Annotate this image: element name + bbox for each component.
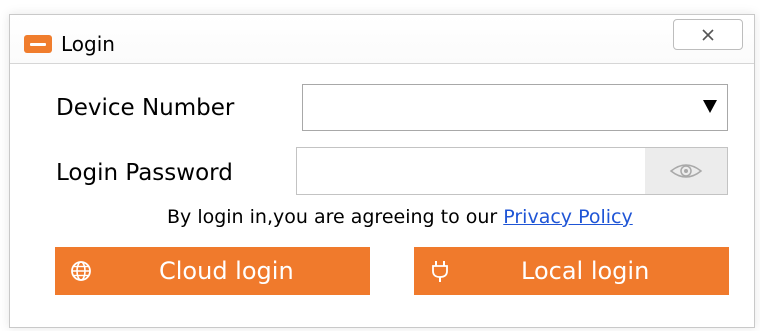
- login-password-label: Login Password: [56, 160, 233, 186]
- cloud-login-button[interactable]: Cloud login: [55, 247, 370, 295]
- title-bar: Login: [10, 15, 754, 63]
- agreement-text: By login in,you are agreeing to our Priv…: [167, 205, 633, 229]
- login-window: Login Device Number Login Password By lo…: [9, 14, 755, 328]
- eye-icon: [669, 164, 703, 178]
- local-login-label: Local login: [521, 257, 650, 285]
- close-icon: [702, 28, 714, 41]
- cloud-login-label: Cloud login: [159, 257, 294, 285]
- dropdown-arrow-icon: [703, 100, 717, 113]
- privacy-policy-link[interactable]: Privacy Policy: [503, 206, 632, 228]
- password-input[interactable]: [297, 148, 645, 194]
- password-field: [296, 147, 728, 195]
- show-password-button[interactable]: [645, 148, 727, 194]
- device-number-label: Device Number: [56, 95, 235, 121]
- local-login-button[interactable]: Local login: [414, 247, 729, 295]
- globe-icon: [71, 261, 91, 281]
- agreement-prefix: By login in,you are agreeing to our: [167, 206, 504, 228]
- window-title: Login: [61, 32, 115, 56]
- app-logo-icon: [24, 35, 52, 53]
- close-button[interactable]: [673, 19, 743, 50]
- device-number-dropdown[interactable]: [302, 84, 728, 131]
- login-form: Device Number Login Password By login in…: [10, 63, 754, 327]
- plug-icon: [432, 261, 448, 282]
